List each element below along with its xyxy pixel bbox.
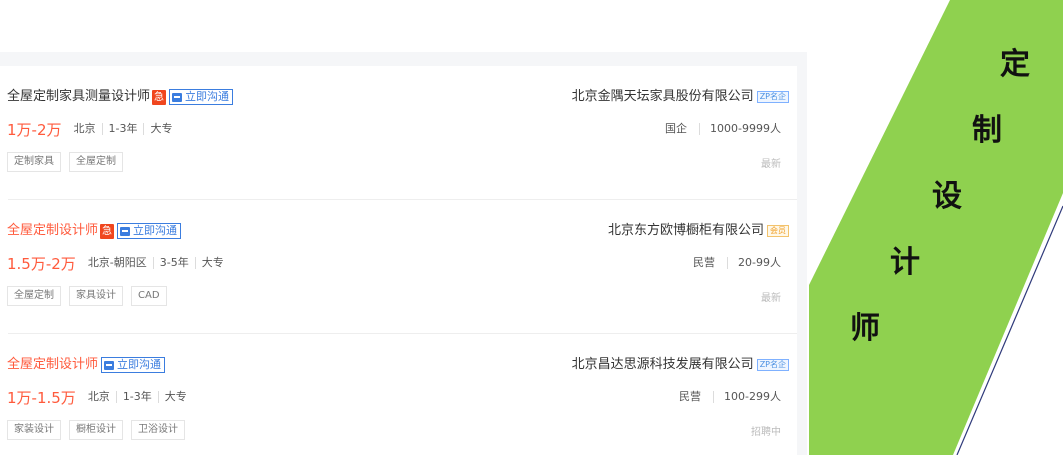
company-type: 民营 [693, 256, 716, 269]
company-meta: 民营 100-299人 [679, 389, 781, 405]
company-size: 20-99人 [727, 257, 781, 269]
company-row: 北京金隅天坛家具股份有限公司 ZP名企 [572, 88, 789, 106]
urgent-badge: 急 [100, 223, 115, 239]
job-tags: 全屋定制 家具设计 CAD [7, 286, 175, 306]
job-experience: 1-3年 [101, 123, 144, 135]
job-title-row: 全屋定制设计师 急 立即沟通 [7, 222, 182, 240]
company-size: 100-299人 [713, 391, 781, 403]
chat-now-button[interactable]: 立即沟通 [101, 357, 166, 373]
company-meta: 国企 1000-9999人 [665, 121, 781, 137]
job-card[interactable]: 全屋定制设计师 急 立即沟通 北京东方欧博橱柜有限公司 会员 1.5万-2万 北… [0, 200, 797, 334]
job-tag: 定制家具 [7, 152, 61, 172]
chat-now-button[interactable]: 立即沟通 [169, 89, 234, 105]
job-status: 招聘中 [751, 427, 781, 438]
job-location: 北京 [73, 122, 96, 135]
chat-now-button[interactable]: 立即沟通 [117, 223, 182, 239]
job-tag: 全屋定制 [69, 152, 123, 172]
chat-now-label: 立即沟通 [185, 90, 230, 103]
chat-now-label: 立即沟通 [117, 358, 162, 371]
banner-char: 计 [890, 245, 920, 280]
company-size: 1000-9999人 [699, 123, 781, 135]
chat-bubble-icon [120, 226, 131, 236]
salary: 1.5万-2万 [7, 254, 76, 273]
job-education: 大专 [157, 391, 193, 403]
job-card[interactable]: 全屋定制家具测量设计师 急 立即沟通 北京金隅天坛家具股份有限公司 ZP名企 1… [0, 66, 797, 200]
banner-char: 设 [932, 179, 962, 214]
salary: 1万-2万 [7, 120, 62, 139]
job-info-row: 1万-2万 北京 1-3年 大专 [7, 119, 178, 139]
job-tag: 卫浴设计 [131, 420, 185, 440]
job-experience: 3-5年 [152, 257, 195, 269]
company-meta: 民营 20-99人 [693, 255, 781, 271]
job-tag: 家具设计 [69, 286, 123, 306]
job-title[interactable]: 全屋定制设计师 [7, 356, 98, 374]
company-name[interactable]: 北京金隅天坛家具股份有限公司 [572, 88, 754, 106]
job-tag: 家装设计 [7, 420, 61, 440]
company-name[interactable]: 北京昌达思源科技发展有限公司 [572, 356, 754, 374]
job-location: 北京 [87, 390, 110, 403]
job-education: 大专 [194, 257, 230, 269]
banner-char: 定 [1000, 47, 1030, 82]
job-tag: 橱柜设计 [69, 420, 123, 440]
job-experience: 1-3年 [115, 391, 158, 403]
title-banner: 定 制 设 计 师 [780, 0, 1063, 455]
job-tags: 定制家具 全屋定制 [7, 152, 131, 172]
job-listing-page: 全屋定制家具测量设计师 急 立即沟通 北京金隅天坛家具股份有限公司 ZP名企 1… [0, 0, 1063, 455]
company-type: 民营 [679, 390, 702, 403]
company-name[interactable]: 北京东方欧博橱柜有限公司 [608, 222, 764, 240]
job-tag: CAD [131, 286, 167, 306]
job-location: 北京-朝阳区 [87, 256, 147, 269]
chat-bubble-icon [104, 360, 115, 370]
job-title[interactable]: 全屋定制家具测量设计师 [7, 88, 150, 106]
job-tag: 全屋定制 [7, 286, 61, 306]
job-title-row: 全屋定制设计师 立即沟通 [7, 356, 166, 374]
job-list: 全屋定制家具测量设计师 急 立即沟通 北京金隅天坛家具股份有限公司 ZP名企 1… [0, 66, 797, 455]
urgent-badge: 急 [152, 89, 167, 105]
job-status: 最新 [761, 159, 781, 170]
job-title[interactable]: 全屋定制设计师 [7, 222, 98, 240]
job-info-row: 1万-1.5万 北京 1-3年 大专 [7, 387, 193, 407]
job-card[interactable]: 全屋定制设计师 立即沟通 北京昌达思源科技发展有限公司 ZP名企 1万-1.5万… [0, 334, 797, 455]
banner-char: 师 [850, 311, 880, 346]
banner-char: 制 [972, 113, 1002, 148]
job-status: 最新 [761, 293, 781, 304]
job-title-row: 全屋定制家具测量设计师 急 立即沟通 [7, 88, 234, 106]
company-row: 北京昌达思源科技发展有限公司 ZP名企 [572, 356, 789, 374]
company-type: 国企 [665, 122, 688, 135]
salary: 1万-1.5万 [7, 388, 76, 407]
chat-now-label: 立即沟通 [133, 224, 178, 237]
job-tags: 家装设计 橱柜设计 卫浴设计 [7, 420, 193, 440]
company-row: 北京东方欧博橱柜有限公司 会员 [608, 222, 789, 240]
job-info-row: 1.5万-2万 北京-朝阳区 3-5年 大专 [7, 253, 230, 273]
chat-bubble-icon [172, 92, 183, 102]
job-education: 大专 [143, 123, 178, 135]
